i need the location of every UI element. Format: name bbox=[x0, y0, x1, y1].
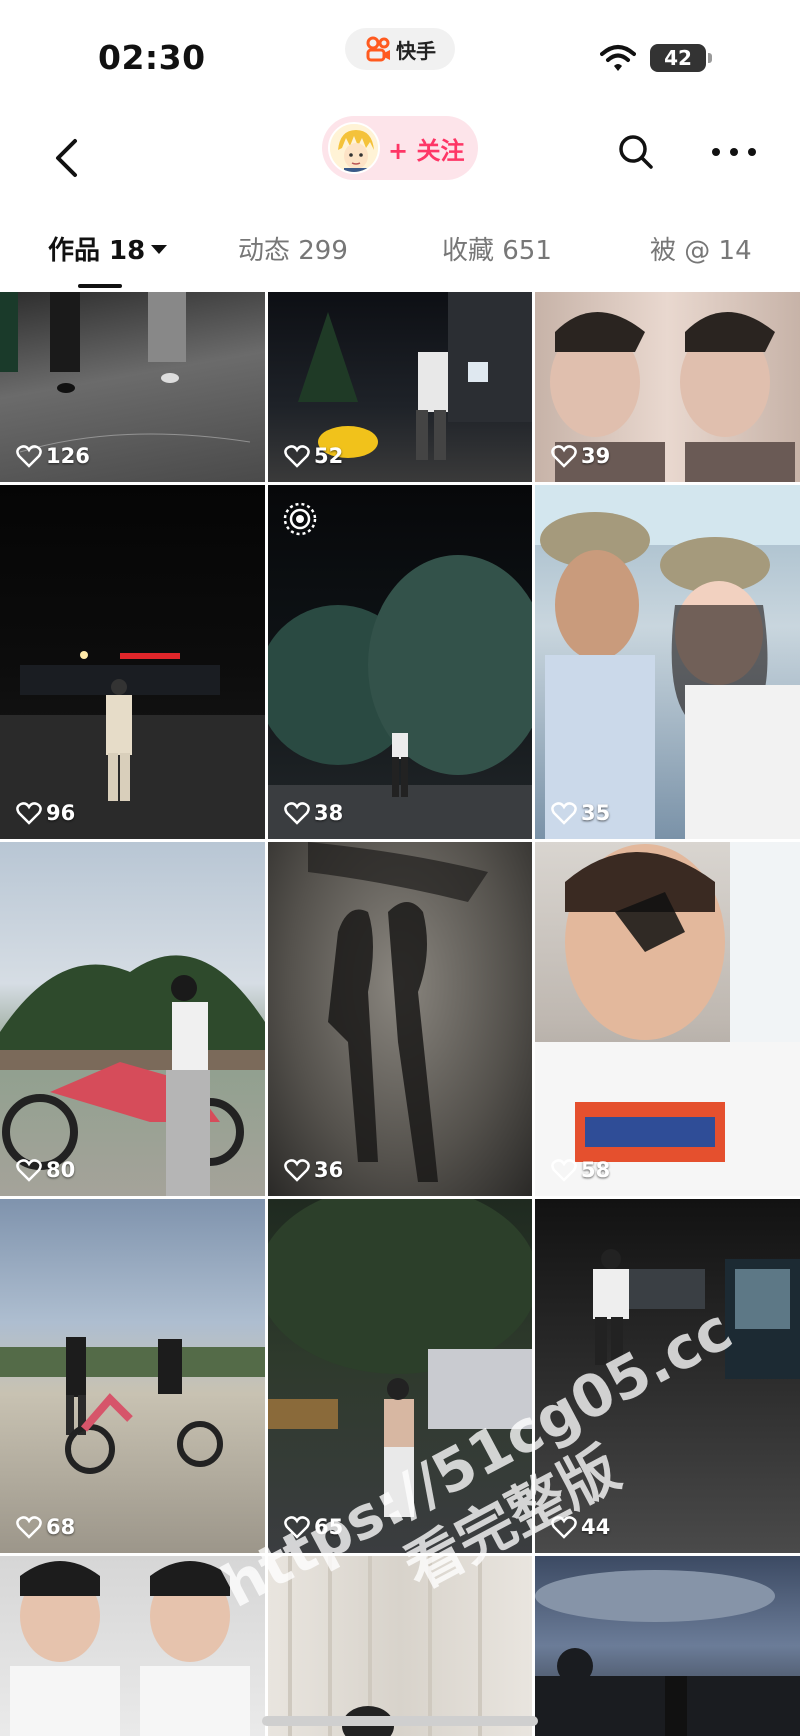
heart-icon bbox=[551, 802, 577, 825]
like-count: 68 bbox=[16, 1515, 75, 1539]
video-thumbnail[interactable]: 96 bbox=[0, 485, 265, 839]
tab-works-label: 作品 18 bbox=[48, 236, 146, 266]
thumbnail-image bbox=[308, 842, 488, 1182]
more-options-button[interactable] bbox=[706, 130, 762, 174]
search-icon bbox=[619, 135, 653, 169]
status-time: 02:30 bbox=[98, 38, 206, 77]
thumbnail-image bbox=[535, 842, 800, 1196]
status-bar: 02:30 快手 42 bbox=[0, 0, 800, 110]
video-thumbnail[interactable]: 35 bbox=[535, 485, 800, 839]
profile-tabs: 作品 18 动态 299 收藏 651 被 @ 14 bbox=[0, 210, 800, 288]
avatar bbox=[328, 122, 380, 174]
heart-icon bbox=[16, 445, 42, 468]
wifi-icon bbox=[600, 44, 636, 72]
like-count: 52 bbox=[284, 444, 343, 468]
thumbnail-image bbox=[535, 485, 800, 839]
thumbnail-image bbox=[0, 651, 265, 839]
active-tab-indicator bbox=[78, 284, 122, 288]
more-icon bbox=[712, 148, 756, 156]
heart-icon bbox=[16, 1516, 42, 1539]
thumbnail-image bbox=[0, 1337, 265, 1474]
like-count: 80 bbox=[16, 1158, 75, 1182]
live-icon bbox=[282, 501, 318, 537]
heart-icon bbox=[551, 445, 577, 468]
like-count: 39 bbox=[551, 444, 610, 468]
video-thumbnail[interactable]: 38 bbox=[268, 485, 532, 839]
heart-icon bbox=[551, 1159, 577, 1182]
source-app-pill[interactable]: 快手 bbox=[345, 28, 455, 70]
app-name: 快手 bbox=[396, 38, 436, 63]
caret-down-icon bbox=[151, 245, 168, 254]
video-thumbnail[interactable]: 126 bbox=[0, 292, 265, 482]
heart-icon bbox=[16, 1159, 42, 1182]
heart-icon bbox=[284, 1159, 310, 1182]
tab-favorites[interactable]: 收藏 651 bbox=[442, 230, 552, 267]
video-thumbnail[interactable]: 58 bbox=[535, 842, 800, 1196]
video-thumbnail[interactable]: 52 bbox=[268, 292, 532, 482]
search-button[interactable] bbox=[614, 130, 658, 174]
thumbnail-image bbox=[268, 555, 532, 839]
video-thumbnail[interactable]: 80 bbox=[0, 842, 265, 1196]
like-count: 96 bbox=[16, 801, 75, 825]
tab-works[interactable]: 作品 18 bbox=[48, 230, 168, 267]
like-count: 35 bbox=[551, 801, 610, 825]
tab-moments[interactable]: 动态 299 bbox=[238, 230, 348, 267]
video-thumbnail[interactable]: 36 bbox=[268, 842, 532, 1196]
back-button[interactable] bbox=[44, 128, 88, 188]
heart-icon bbox=[16, 802, 42, 825]
like-count: 126 bbox=[16, 444, 90, 468]
kuaishou-logo-icon bbox=[364, 35, 392, 63]
thumbnail-image bbox=[0, 955, 265, 1196]
follow-label: + 关注 bbox=[388, 136, 465, 165]
battery-indicator: 42 bbox=[650, 44, 712, 72]
tab-mentions[interactable]: 被 @ 14 bbox=[650, 230, 752, 267]
video-thumbnail[interactable] bbox=[535, 1556, 800, 1736]
like-count: 36 bbox=[284, 1158, 343, 1182]
heart-icon bbox=[284, 445, 310, 468]
profile-nav-bar: + 关注 bbox=[0, 110, 800, 210]
like-count: 38 bbox=[284, 801, 343, 825]
video-thumbnail[interactable]: 39 bbox=[535, 292, 800, 482]
thumbnail-image bbox=[535, 1570, 800, 1736]
home-indicator[interactable] bbox=[262, 1716, 538, 1726]
video-thumbnail[interactable]: 68 bbox=[0, 1199, 265, 1553]
follow-button[interactable]: + 关注 bbox=[322, 116, 478, 180]
chevron-left-icon bbox=[56, 139, 77, 177]
heart-icon bbox=[284, 802, 310, 825]
like-count: 58 bbox=[551, 1158, 610, 1182]
